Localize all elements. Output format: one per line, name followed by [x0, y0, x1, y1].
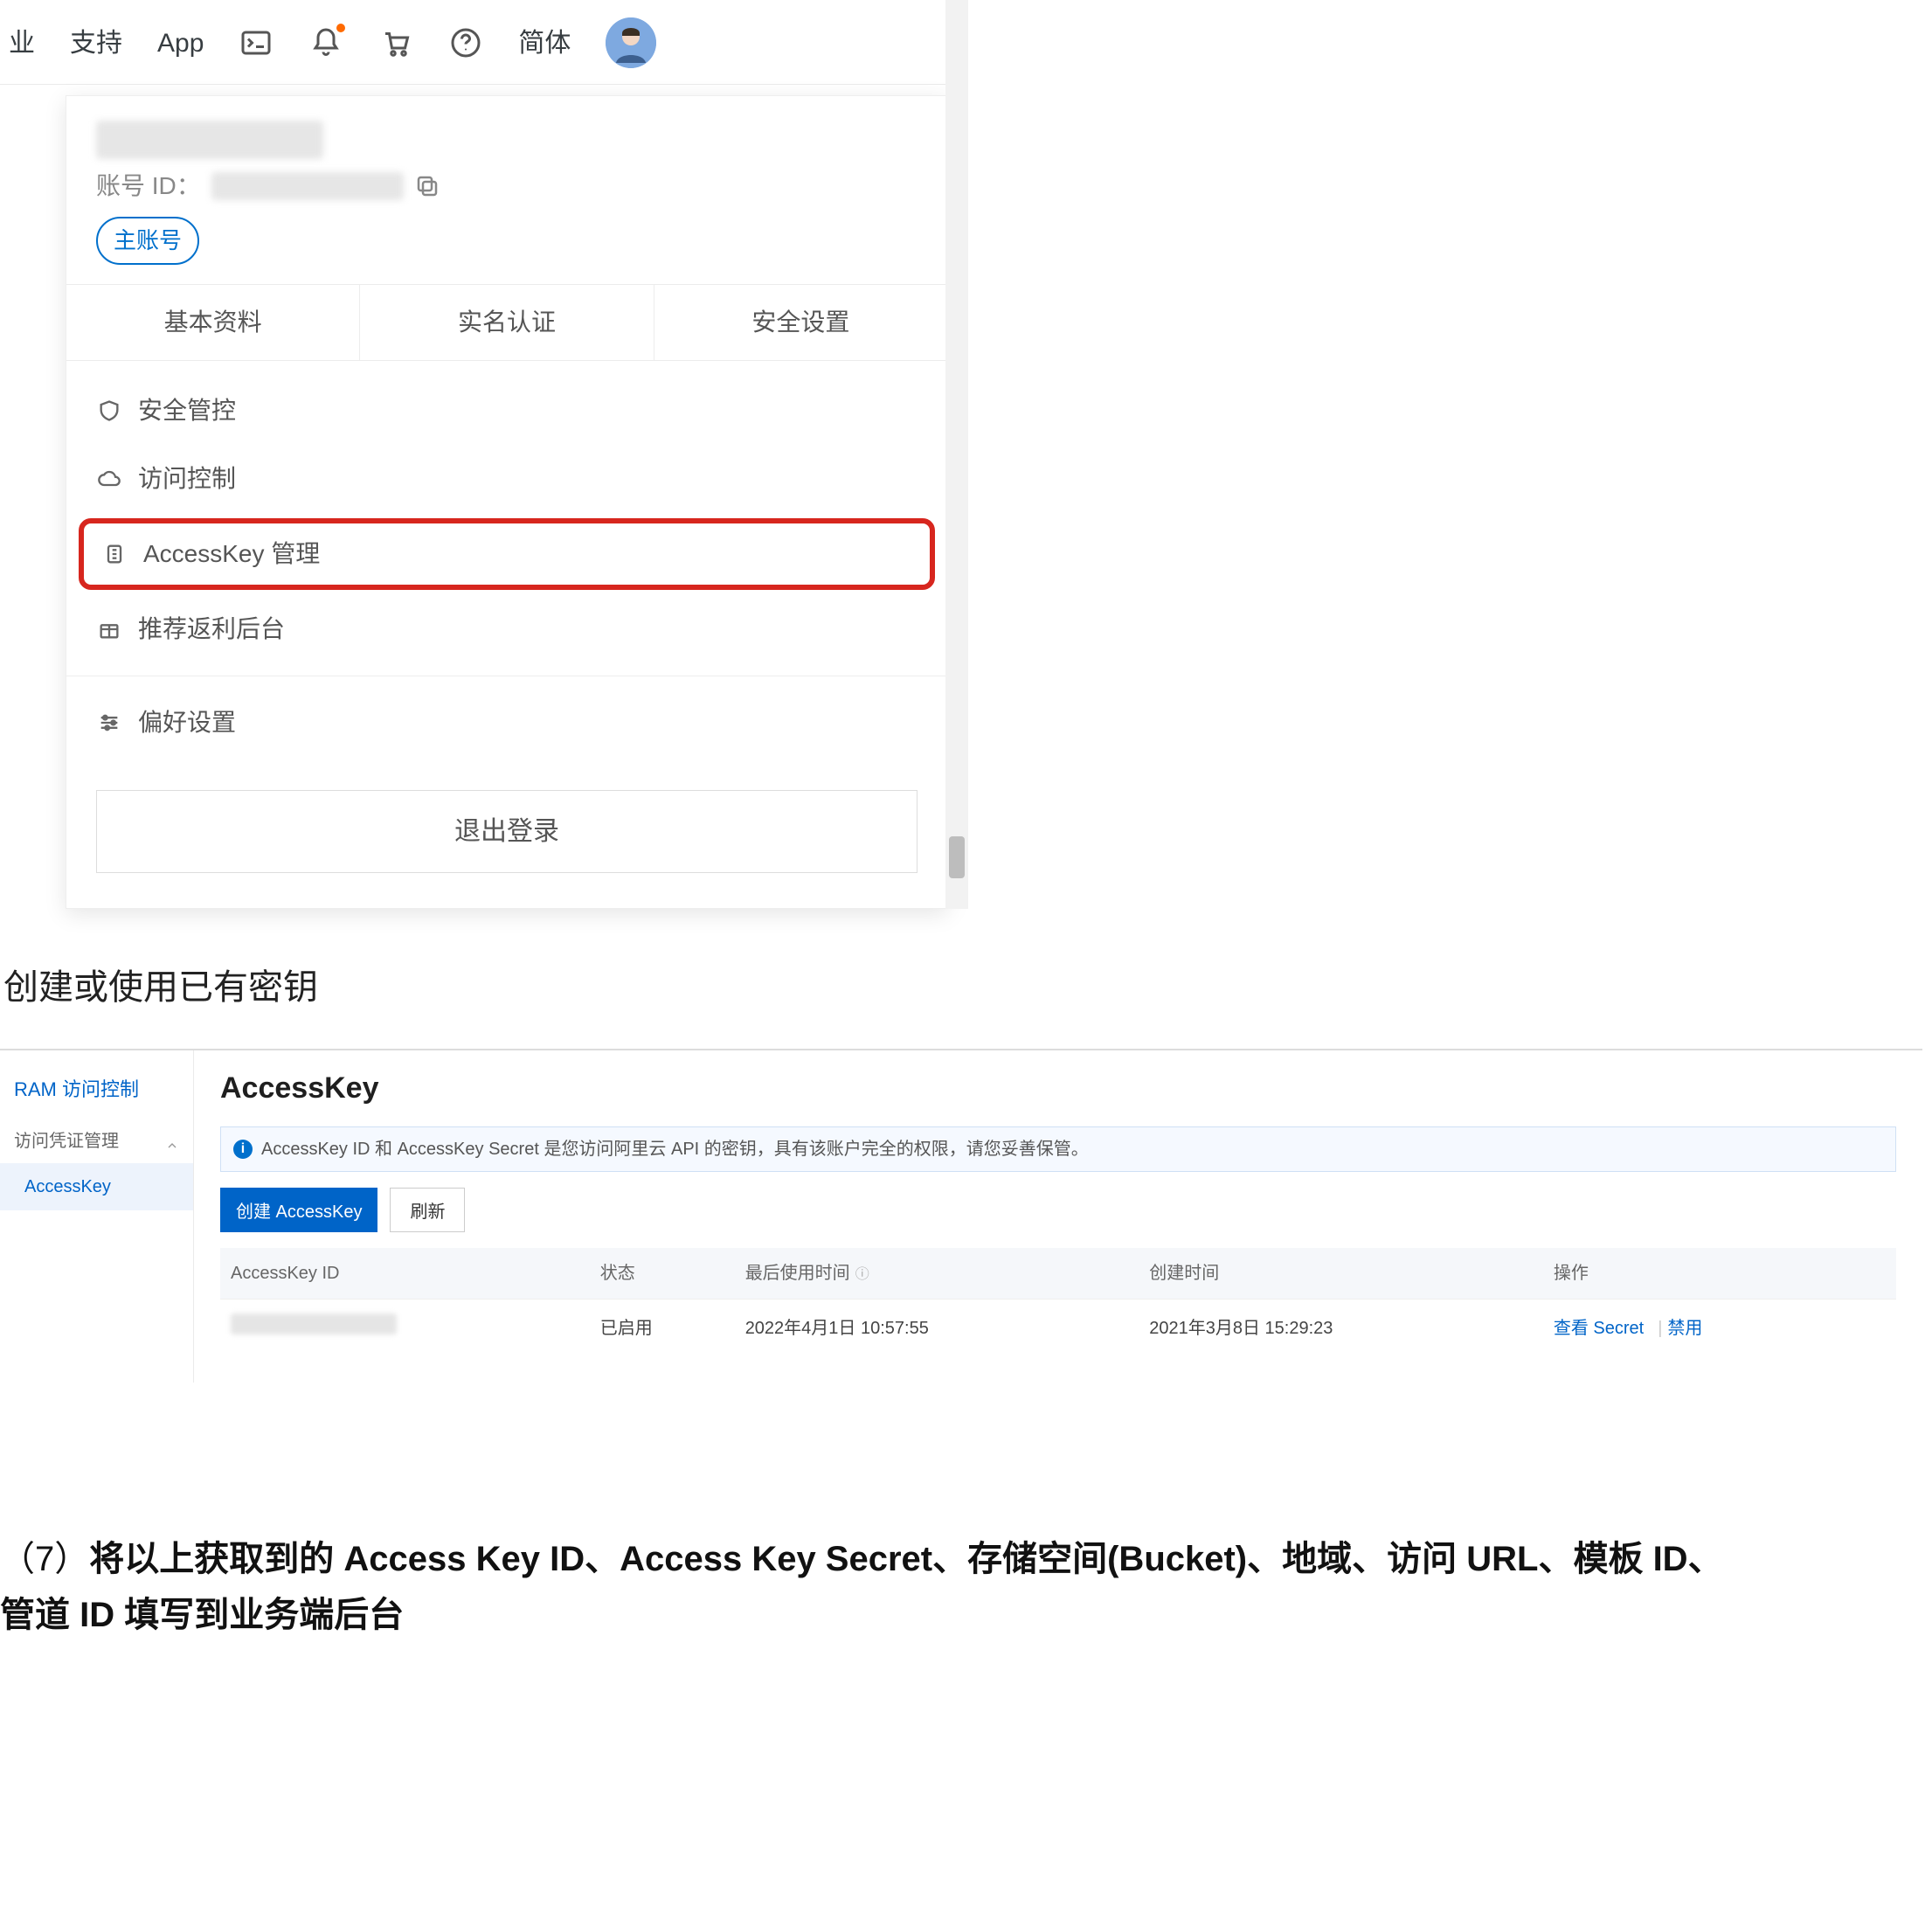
- accesskey-id-redacted: [231, 1313, 397, 1334]
- account-id-row: 账号 ID：: [96, 168, 918, 204]
- main-account-badge: 主账号: [96, 217, 199, 265]
- key-icon: [101, 541, 128, 567]
- menu-label: 安全管控: [138, 392, 236, 429]
- cell-ops: 查看 Secret|禁用: [1543, 1300, 1896, 1357]
- col-accesskey-id: AccessKey ID: [220, 1248, 590, 1300]
- col-last-used: 最后使用时间ⓘ: [735, 1248, 1139, 1300]
- gift-icon: [96, 616, 122, 642]
- tab-real-name[interactable]: 实名认证: [360, 285, 654, 360]
- shield-icon: [96, 398, 122, 424]
- tab-security-settings[interactable]: 安全设置: [654, 285, 947, 360]
- menu-access-control[interactable]: 访问控制: [66, 445, 947, 513]
- info-banner: i AccessKey ID 和 AccessKey Secret 是您访问阿里…: [220, 1126, 1896, 1172]
- sidebar-group-credentials[interactable]: 访问凭证管理: [0, 1112, 193, 1163]
- chevron-up-icon: [165, 1134, 179, 1148]
- col-ops: 操作: [1543, 1248, 1896, 1300]
- info-icon: i: [233, 1140, 253, 1159]
- accesskey-main: AccessKey i AccessKey ID 和 AccessKey Sec…: [194, 1050, 1922, 1383]
- menu-label: 访问控制: [138, 461, 236, 497]
- section-heading: 创建或使用已有密钥: [3, 961, 1932, 1014]
- nav-item-enterprise[interactable]: 业: [9, 24, 35, 63]
- accesskey-table: AccessKey ID 状态 最后使用时间ⓘ 创建时间 操作 已启用 2022…: [220, 1248, 1896, 1356]
- account-tabs: 基本资料 实名认证 安全设置: [66, 284, 947, 361]
- refresh-button[interactable]: 刷新: [390, 1188, 465, 1232]
- instruction-text-line2: 管道 ID 填写到业务端后台: [0, 1587, 1932, 1643]
- instruction-number: （7）: [0, 1540, 89, 1578]
- top-navigation: 业 支持 App 简体: [0, 0, 968, 85]
- table-row: 已启用 2022年4月1日 10:57:55 2021年3月8日 15:29:2…: [220, 1300, 1896, 1357]
- notification-dot: [336, 24, 345, 32]
- scrollbar[interactable]: [945, 0, 968, 909]
- instruction-paragraph: （7）将以上获取到的 Access Key ID、Access Key Secr…: [0, 1531, 1932, 1643]
- cloud-icon: [96, 466, 122, 492]
- accesskey-page-screenshot: RAM 访问控制 访问凭证管理 AccessKey AccessKey i Ac…: [0, 1049, 1922, 1383]
- cell-last-used: 2022年4月1日 10:57:55: [735, 1300, 1139, 1357]
- account-name-redacted: [96, 121, 323, 159]
- cart-icon[interactable]: [378, 25, 413, 60]
- menu-preferences[interactable]: 偏好设置: [66, 689, 947, 757]
- view-secret-link[interactable]: 查看 Secret: [1554, 1319, 1644, 1338]
- nav-item-support[interactable]: 支持: [70, 24, 122, 63]
- sidebar-group-label: 访问凭证管理: [14, 1128, 119, 1154]
- instruction-text: 将以上获取到的 Access Key ID、Access Key Secret、…: [89, 1540, 1722, 1578]
- menu-label: 偏好设置: [138, 704, 236, 741]
- menu-label: AccessKey 管理: [143, 536, 320, 572]
- page-title: AccessKey: [220, 1066, 1896, 1111]
- create-accesskey-button[interactable]: 创建 AccessKey: [220, 1188, 377, 1232]
- help-icon[interactable]: [448, 25, 483, 60]
- account-id-label: 账号 ID：: [96, 168, 201, 204]
- disable-link[interactable]: 禁用: [1667, 1319, 1702, 1338]
- account-id-redacted: [211, 172, 404, 200]
- menu-label: 推荐返利后台: [138, 611, 285, 648]
- sliders-icon: [96, 710, 122, 736]
- col-created: 创建时间: [1139, 1248, 1543, 1300]
- info-small-icon: ⓘ: [855, 1267, 869, 1282]
- menu-security-control[interactable]: 安全管控: [66, 377, 947, 445]
- nav-language[interactable]: 简体: [518, 24, 571, 63]
- col-status: 状态: [590, 1248, 735, 1300]
- account-dropdown-screenshot: 业 支持 App 简体: [0, 0, 968, 909]
- bell-icon[interactable]: [308, 25, 343, 60]
- cell-created: 2021年3月8日 15:29:23: [1139, 1300, 1543, 1357]
- sidebar-parent-ram[interactable]: RAM 访问控制: [0, 1066, 193, 1112]
- accesskey-sidebar: RAM 访问控制 访问凭证管理 AccessKey: [0, 1050, 194, 1383]
- nav-item-app[interactable]: App: [157, 24, 204, 63]
- copy-icon[interactable]: [414, 173, 440, 199]
- account-dropdown: 账号 ID： 主账号 基本资料 实名认证 安全设置 安全管控 访问控制: [66, 95, 948, 909]
- sidebar-item-accesskey[interactable]: AccessKey: [0, 1163, 193, 1210]
- menu-rebate[interactable]: 推荐返利后台: [66, 595, 947, 663]
- account-menu: 安全管控 访问控制 AccessKey 管理 推荐返利后台 偏好设: [66, 361, 947, 773]
- cell-status: 已启用: [590, 1300, 735, 1357]
- logout-button[interactable]: 退出登录: [96, 790, 918, 873]
- avatar[interactable]: [606, 17, 656, 68]
- tab-basic-info[interactable]: 基本资料: [66, 285, 360, 360]
- terminal-icon[interactable]: [239, 25, 274, 60]
- menu-accesskey[interactable]: AccessKey 管理: [79, 518, 935, 590]
- info-text: AccessKey ID 和 AccessKey Secret 是您访问阿里云 …: [261, 1136, 1089, 1162]
